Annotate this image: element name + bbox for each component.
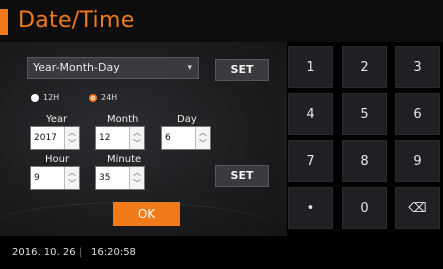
day-label: Day bbox=[177, 114, 197, 125]
key-0[interactable]: 0 bbox=[342, 187, 387, 229]
chevron-down-icon[interactable]: ﹀ bbox=[196, 138, 210, 149]
day-stepper-arrows: ︿ ﹀ bbox=[195, 127, 210, 149]
key-3[interactable]: 3 bbox=[395, 46, 440, 88]
chevron-down-icon[interactable]: ﹀ bbox=[65, 178, 79, 189]
radio-24h-indicator bbox=[89, 93, 97, 102]
status-separator: | bbox=[79, 247, 83, 258]
minute-stepper-arrows: ︿ ﹀ bbox=[129, 167, 144, 189]
key-9[interactable]: 9 bbox=[395, 140, 440, 182]
year-value: 2017 bbox=[34, 133, 57, 143]
day-value: 6 bbox=[165, 133, 171, 143]
chevron-up-icon[interactable]: ︿ bbox=[65, 167, 79, 178]
radio-12h[interactable]: 12H bbox=[31, 93, 59, 102]
day-stepper[interactable]: 6 ︿ ﹀ bbox=[161, 126, 211, 150]
time-set-button[interactable]: SET bbox=[215, 165, 269, 187]
minute-stepper[interactable]: 35 ︿ ﹀ bbox=[95, 166, 145, 190]
chevron-down-icon[interactable]: ﹀ bbox=[65, 138, 79, 149]
key-6[interactable]: 6 bbox=[395, 93, 440, 135]
radio-24h-label: 24H bbox=[101, 93, 118, 102]
format-set-button[interactable]: SET bbox=[215, 59, 269, 81]
hour-stepper[interactable]: 9 ︿ ﹀ bbox=[30, 166, 80, 190]
status-time: 16:20:58 bbox=[91, 247, 136, 258]
hour-value: 9 bbox=[34, 173, 40, 183]
numeric-keypad: 1 2 3 4 5 6 7 8 9 • 0 ⌫ bbox=[287, 42, 443, 236]
date-format-value: Year-Month-Day bbox=[33, 61, 120, 74]
radio-24h[interactable]: 24H bbox=[89, 93, 117, 102]
month-label: Month bbox=[107, 114, 139, 125]
year-label: Year bbox=[46, 114, 68, 125]
chevron-down-icon: ▾ bbox=[187, 63, 192, 73]
year-stepper[interactable]: 2017 ︿ ﹀ bbox=[30, 126, 80, 150]
year-stepper-arrows: ︿ ﹀ bbox=[64, 127, 79, 149]
key-8[interactable]: 8 bbox=[342, 140, 387, 182]
minute-value: 35 bbox=[99, 173, 111, 183]
month-stepper-arrows: ︿ ﹀ bbox=[129, 127, 144, 149]
chevron-up-icon[interactable]: ︿ bbox=[130, 127, 144, 138]
ok-button[interactable]: OK bbox=[113, 202, 180, 226]
key-4[interactable]: 4 bbox=[288, 93, 333, 135]
datetime-screen: Date/Time Year-Month-Day ▾ SET 12H 24H Y… bbox=[0, 0, 443, 269]
chevron-up-icon[interactable]: ︿ bbox=[196, 127, 210, 138]
radio-12h-indicator bbox=[31, 93, 39, 102]
month-stepper[interactable]: 12 ︿ ﹀ bbox=[95, 126, 145, 150]
key-5[interactable]: 5 bbox=[342, 93, 387, 135]
key-dot[interactable]: • bbox=[288, 187, 333, 229]
key-1[interactable]: 1 bbox=[288, 46, 333, 88]
status-date: 2016. 10. 26 bbox=[12, 247, 76, 258]
date-format-select[interactable]: Year-Month-Day ▾ bbox=[27, 57, 199, 79]
radio-12h-label: 12H bbox=[43, 93, 60, 102]
chevron-down-icon[interactable]: ﹀ bbox=[130, 178, 144, 189]
title-bar: Date/Time bbox=[0, 0, 443, 42]
page-title: Date/Time bbox=[18, 8, 135, 33]
backspace-icon[interactable]: ⌫ bbox=[395, 187, 440, 229]
status-bar: 2016. 10. 26 | 16:20:58 bbox=[0, 236, 443, 269]
key-2[interactable]: 2 bbox=[342, 46, 387, 88]
hour-stepper-arrows: ︿ ﹀ bbox=[64, 167, 79, 189]
title-accent-bar bbox=[0, 9, 8, 35]
key-7[interactable]: 7 bbox=[288, 140, 333, 182]
month-value: 12 bbox=[99, 133, 111, 143]
minute-label: Minute bbox=[107, 154, 142, 165]
hour-label: Hour bbox=[45, 154, 70, 165]
chevron-up-icon[interactable]: ︿ bbox=[130, 167, 144, 178]
chevron-up-icon[interactable]: ︿ bbox=[65, 127, 79, 138]
chevron-down-icon[interactable]: ﹀ bbox=[130, 138, 144, 149]
